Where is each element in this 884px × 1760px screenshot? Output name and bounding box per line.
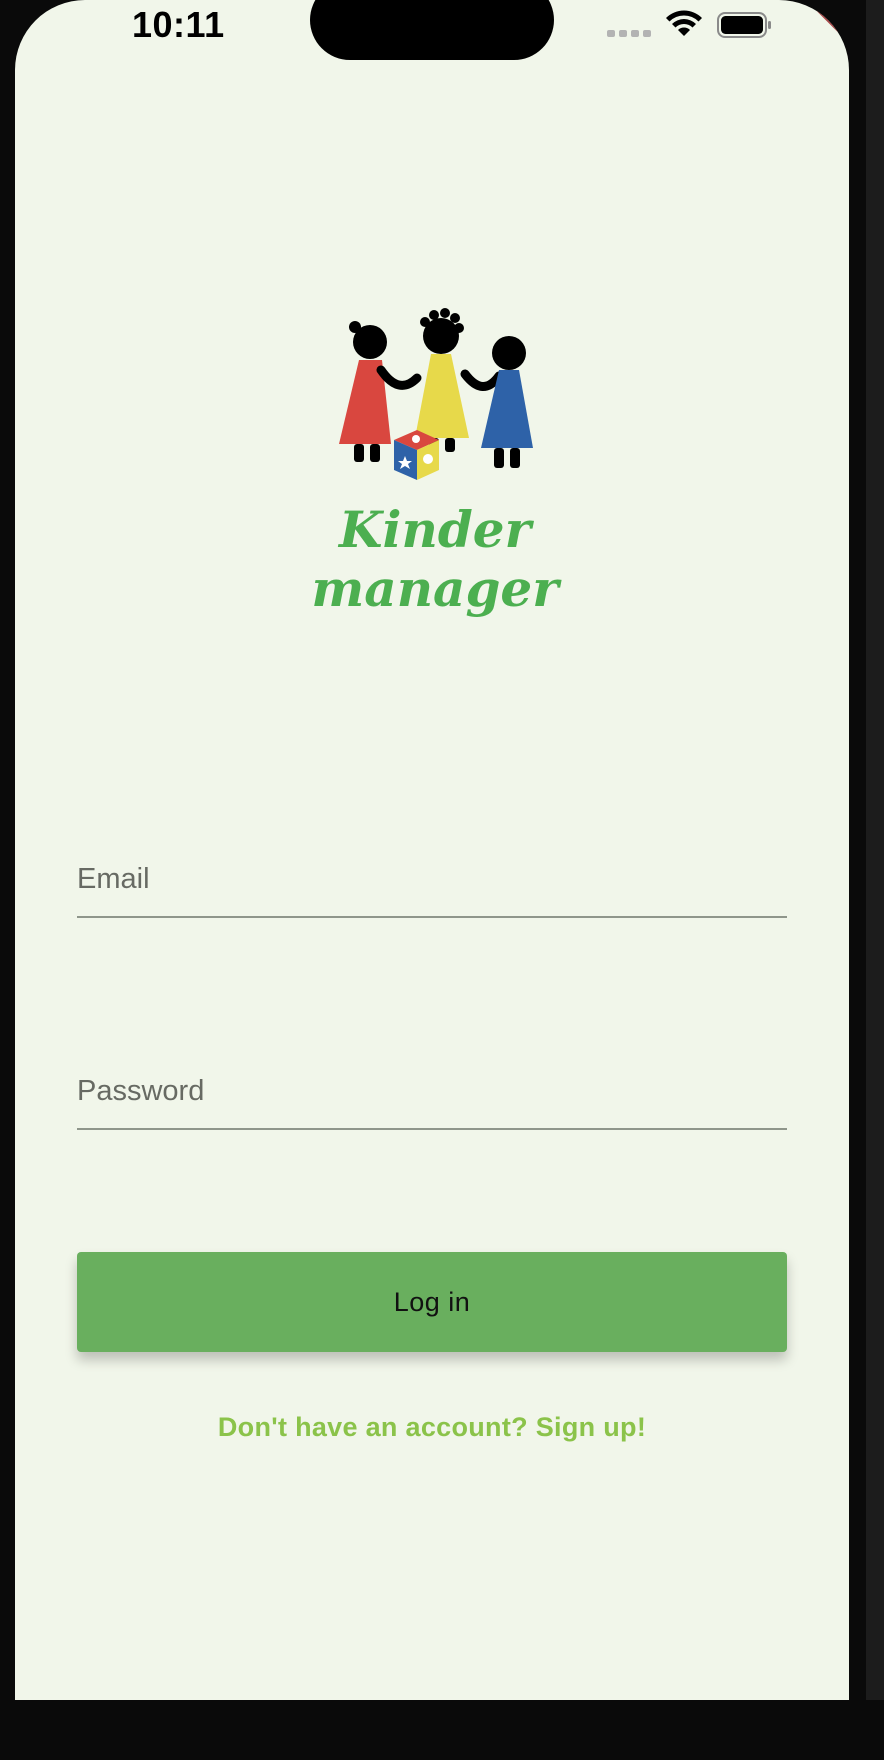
email-field[interactable]: Email [77, 836, 791, 918]
status-bar: 10:11 DEBUG [15, 0, 849, 60]
password-input[interactable] [77, 1048, 791, 1130]
wifi-icon [666, 10, 702, 36]
brand-name: Kinder manager [311, 500, 559, 618]
status-time: 10:11 [132, 4, 225, 45]
app-screen: 10:11 DEBUG [15, 0, 849, 1700]
children-logo-icon [339, 308, 533, 480]
battery-icon [717, 12, 771, 38]
email-input[interactable] [77, 836, 791, 918]
signup-link[interactable]: Don't have an account? Sign up! [77, 1412, 787, 1443]
cellular-signal-icon [607, 30, 651, 38]
dynamic-island [310, 0, 554, 60]
login-button[interactable]: Log in [77, 1252, 787, 1352]
password-field[interactable]: Password [77, 1048, 791, 1130]
phone-side-edge [866, 0, 884, 1700]
debug-banner: DEBUG [767, 0, 849, 47]
